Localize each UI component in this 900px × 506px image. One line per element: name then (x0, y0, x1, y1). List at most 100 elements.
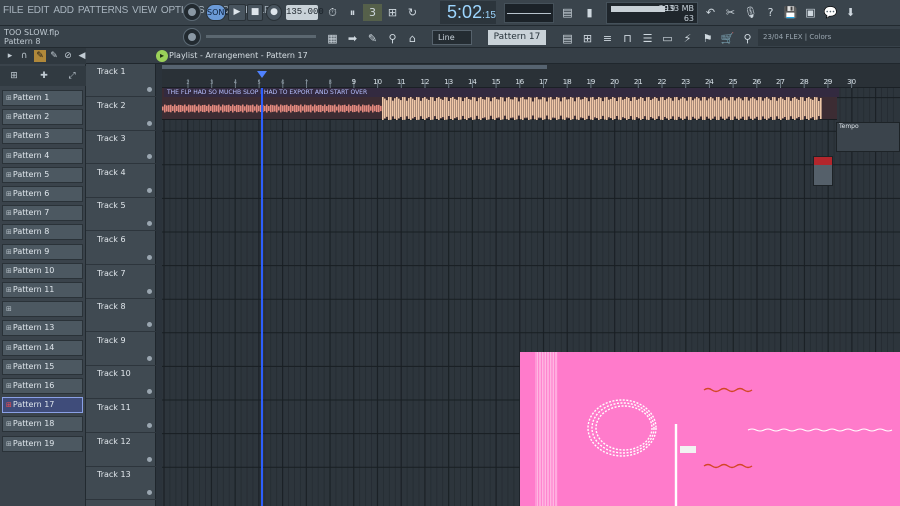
microphone-icon[interactable]: 🎙 (741, 4, 760, 21)
plug-icon[interactable]: ⚡ (678, 30, 697, 47)
track-mute-led[interactable] (147, 288, 152, 294)
loop-region[interactable] (162, 65, 547, 69)
master-pitch-knob[interactable] (183, 28, 201, 46)
pattern-item[interactable]: ⊞ (2, 301, 83, 318)
pattern-item[interactable]: ⊞Pattern 17 (2, 397, 83, 414)
help-icon[interactable]: ? (761, 4, 780, 21)
draw-tool-icon[interactable]: ✎ (34, 50, 46, 62)
master-volume-slider[interactable] (206, 35, 316, 38)
master-volume-knob[interactable] (183, 3, 201, 21)
tempo-display[interactable]: 135.000 (286, 5, 324, 20)
track-mute-led[interactable] (147, 187, 152, 193)
pattern-song-toggle[interactable]: SONG (206, 4, 231, 21)
shop-icon[interactable]: 🛒 (718, 30, 737, 47)
record-button[interactable]: ● (266, 4, 282, 21)
pattern-item[interactable]: ⊞Pattern 1 (2, 90, 83, 106)
track-mute-led[interactable] (147, 389, 152, 395)
clipboard-icon[interactable]: ▭ (658, 30, 677, 47)
audio-clip[interactable]: THE FLP HAD SO MUCHB SLOP I HAD TO EXPOR… (162, 88, 839, 120)
browser-icon[interactable]: ☰ (638, 30, 657, 47)
pattern-item[interactable]: ⊞Pattern 10 (2, 262, 83, 279)
track-header[interactable]: Track 9 (86, 333, 156, 366)
track-mute-led[interactable] (147, 355, 152, 361)
menu-add[interactable]: ADD (53, 5, 74, 16)
link-icon[interactable]: ⚲ (383, 30, 402, 47)
track-header[interactable]: Track 3 (86, 131, 156, 165)
track-header[interactable]: Track 1 (86, 64, 156, 97)
pattern-item[interactable]: ⊞Pattern 2 (2, 109, 83, 126)
track-header[interactable]: Track 13 (86, 467, 156, 501)
pattern-item[interactable]: ⊞Pattern 13 (2, 320, 83, 337)
download-icon[interactable]: ⬇ (841, 4, 860, 21)
save-icon[interactable]: 💾 (781, 4, 800, 21)
track-mute-led[interactable] (147, 221, 152, 227)
playlist-icon[interactable]: ▤ (558, 30, 577, 47)
track-header[interactable]: Track 5 (86, 198, 156, 232)
metronome-icon[interactable]: ⏱ (323, 4, 342, 21)
tempo-automation-clip[interactable]: Tempo (836, 122, 900, 152)
pattern-item[interactable]: ⊞Pattern 14 (2, 339, 83, 356)
track-mute-led[interactable] (147, 154, 152, 160)
mixer-icon[interactable]: ≡ (598, 30, 617, 47)
pattern-item[interactable]: ⊞Pattern 7 (2, 205, 83, 222)
track-header[interactable]: Track 7 (86, 266, 156, 299)
cpu-memory-monitor[interactable]: 19 2933 MB 63 (606, 2, 698, 24)
playlist-options-icon[interactable]: ▸ (156, 50, 168, 62)
clip-mode-icon[interactable]: ✚ (38, 70, 50, 82)
undo-icon[interactable]: ↶ (701, 4, 720, 21)
piano-roll-icon[interactable]: ▦ (323, 30, 342, 47)
pattern-item[interactable]: ⊞Pattern 11 (2, 282, 83, 298)
countdown-icon[interactable]: 3 (363, 4, 382, 21)
snap-select[interactable]: Line (432, 30, 472, 45)
automation-clip[interactable] (813, 156, 833, 186)
playhead-marker[interactable] (257, 71, 267, 78)
loop-record-icon[interactable]: ↻ (403, 4, 422, 21)
track-mute-led[interactable] (147, 423, 152, 428)
delete-tool-icon[interactable]: ⊘ (62, 50, 74, 62)
menu-view[interactable]: VIEW (132, 5, 157, 16)
cut-icon[interactable]: ✂ (721, 4, 740, 21)
news-icon[interactable]: 💬 (821, 4, 840, 21)
menu-edit[interactable]: EDIT (27, 5, 49, 16)
pattern-item[interactable]: ⊞Pattern 4 (2, 147, 83, 164)
track-header[interactable]: Track 12 (86, 434, 156, 467)
track-header[interactable]: Track 2 (86, 98, 156, 131)
track-mute-led[interactable] (147, 490, 152, 496)
pattern-item[interactable]: ⊞Pattern 9 (2, 243, 83, 260)
track-mute-led[interactable] (147, 322, 152, 328)
track-header[interactable]: Track 4 (86, 165, 156, 198)
pattern-item[interactable]: ⊞Pattern 8 (2, 224, 83, 241)
pattern-mode-icon[interactable]: ⊞ (8, 70, 20, 82)
menu-file[interactable]: FILE (3, 5, 24, 16)
track-mute-led[interactable] (147, 87, 152, 92)
pattern-item[interactable]: ⊞Pattern 5 (2, 166, 83, 183)
pin-icon[interactable]: ⚲ (738, 30, 757, 47)
pattern-item[interactable]: ⊞Pattern 6 (2, 186, 83, 202)
menu-arrow-icon[interactable]: ▸ (4, 50, 16, 62)
track-header[interactable]: Track 8 (86, 299, 156, 333)
master-pitch-icon[interactable]: ▤ (558, 4, 577, 21)
timeline-ruler[interactable]: 2 3 4 5 6 7 8 9 10 11 12 13 14 15 16 17 18 19 20 21 22 23 24 25… (162, 64, 900, 88)
track-header[interactable]: Track 10 (86, 366, 156, 400)
automation-mode-icon[interactable]: ⤢ (66, 70, 78, 82)
plugin-icon[interactable]: ⊓ (618, 30, 637, 47)
track-header[interactable]: Track 11 (86, 400, 156, 433)
pattern-item[interactable]: ⊞Pattern 3 (2, 128, 83, 145)
magnet-icon[interactable]: ∩ (18, 50, 30, 62)
paint-tool-icon[interactable]: ✎ (48, 50, 60, 62)
channel-rack-icon[interactable]: ⊞ (578, 30, 597, 47)
pattern-item[interactable]: ⊞Pattern 16 (2, 378, 83, 394)
wait-for-input-icon[interactable]: ⏸ (343, 4, 362, 21)
playhead[interactable] (261, 88, 263, 506)
time-display[interactable]: 5:02:15 (440, 1, 496, 24)
stamp-icon[interactable]: ⌂ (403, 30, 422, 47)
pattern-item[interactable]: ⊞Pattern 18 (2, 416, 83, 433)
render-icon[interactable]: ▣ (801, 4, 820, 21)
play-button[interactable]: ▶ (228, 4, 246, 21)
pattern-selector[interactable]: Pattern 17 (488, 30, 546, 45)
pattern-item[interactable]: ⊞Pattern 19 (2, 435, 83, 452)
walk-icon[interactable]: ⚑ (698, 30, 717, 47)
track-mute-led[interactable] (147, 255, 152, 260)
menu-patterns[interactable]: PATTERNS (78, 5, 128, 16)
step-edit-icon[interactable]: ⊞ (383, 4, 402, 21)
